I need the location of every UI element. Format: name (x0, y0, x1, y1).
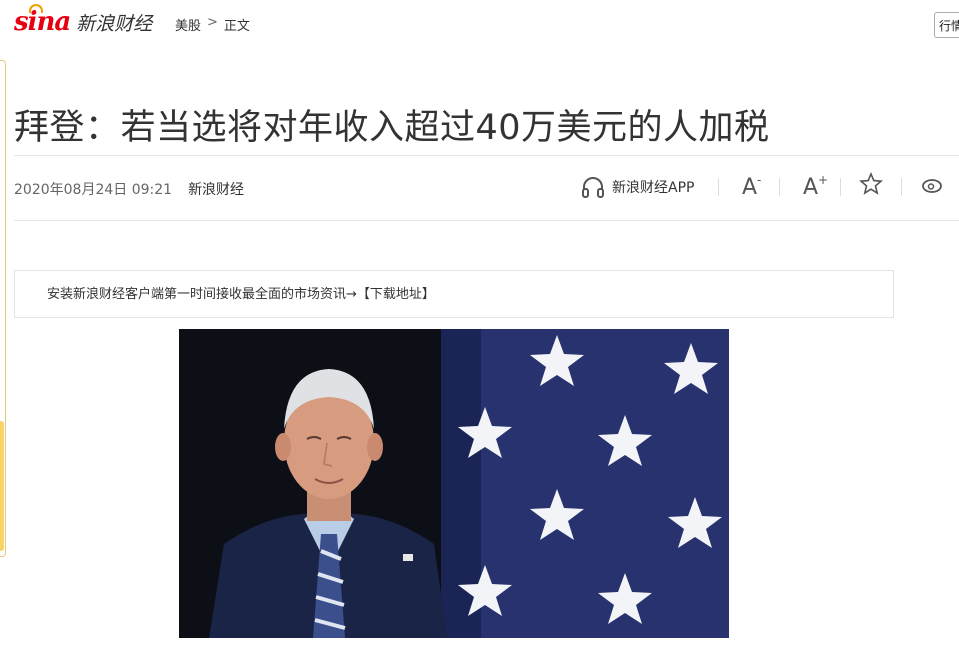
logo-eye-icon (29, 4, 43, 13)
left-panel-highlight (0, 421, 4, 551)
article-source-link[interactable]: 新浪财经 (188, 179, 244, 199)
photo-illustration (179, 329, 729, 638)
font-decrease-letter: A (741, 174, 757, 200)
font-decrease-mark: - (757, 172, 762, 187)
article-meta: 2020年08月24日 09:21 新浪财经 (14, 179, 244, 199)
divider (14, 155, 959, 156)
article-title: 拜登：若当选将对年收入超过40万美元的人加税 (14, 108, 770, 149)
article-photo (179, 329, 729, 638)
article-toolbar: 新浪财经APP A- A + (580, 170, 954, 204)
app-download-button[interactable]: 新浪财经APP (580, 174, 710, 200)
toolbar-divider (840, 178, 842, 196)
font-increase-icon[interactable]: A + (788, 172, 832, 200)
app-label: 新浪财经APP (612, 180, 695, 196)
logo-text: 新浪财经 (76, 12, 153, 35)
breadcrumb-section-link[interactable]: 美股 (175, 15, 201, 34)
weibo-icon[interactable] (910, 172, 954, 202)
star-icon[interactable] (849, 171, 893, 202)
app-install-notice[interactable]: 安装新浪财经客户端第一时间接收最全面的市场资讯→【下载地址】 (14, 270, 894, 318)
top-bar: sina 新浪财经 美股 > 正文 行情 (0, 0, 959, 46)
market-quotes-button[interactable]: 行情 (934, 12, 959, 38)
toolbar-divider (901, 178, 903, 196)
breadcrumb-separator: > (207, 15, 218, 30)
left-side-panel (0, 60, 6, 557)
headphones-icon (582, 177, 604, 198)
toolbar-divider (779, 178, 781, 196)
toolbar-divider (718, 178, 720, 196)
font-decrease-icon[interactable]: A- (727, 172, 771, 200)
sina-finance-logo[interactable]: sina 新浪财经 (14, 4, 153, 38)
breadcrumb: 美股 > 正文 (175, 15, 250, 34)
divider (14, 220, 959, 221)
star-outline-icon (859, 171, 884, 195)
breadcrumb-current: 正文 (223, 19, 250, 34)
font-increase-letter: A (802, 174, 818, 200)
notice-text: 安装新浪财经客户端第一时间接收最全面的市场资讯→【下载地址】 (47, 287, 435, 302)
publish-datetime: 2020年08月24日 09:21 (14, 182, 173, 198)
weibo-share-icon (922, 179, 943, 193)
logo-mark: sina (14, 4, 71, 37)
font-increase-mark: + (818, 172, 829, 187)
